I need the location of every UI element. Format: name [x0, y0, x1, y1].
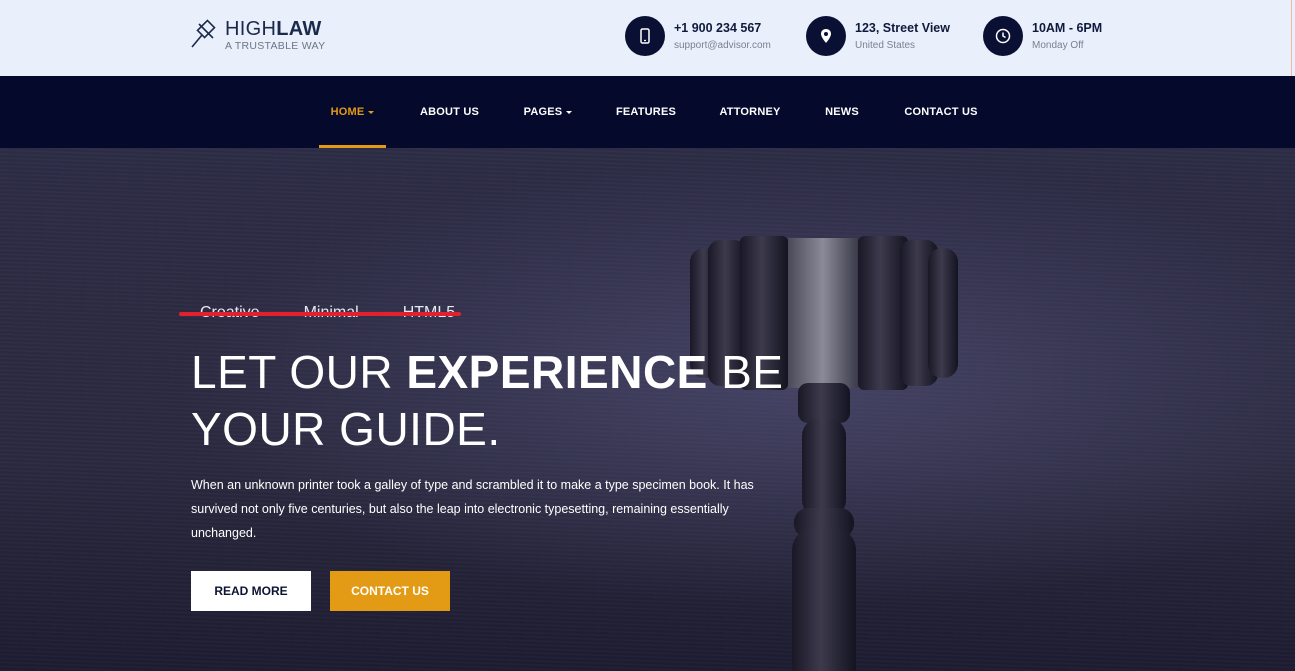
nav-item-home-label: HOME [330, 106, 365, 118]
logo[interactable]: HIGHLAW A TRUSTABLE WAY [189, 18, 325, 52]
nav-item-pages-label: PAGES [523, 106, 563, 118]
contact-address-subtitle: United States [855, 40, 916, 51]
nav-item-pages[interactable]: PAGES [515, 76, 581, 148]
nav-item-news[interactable]: NEWS [818, 76, 866, 148]
headline-emphasis: EXPERIENCE [406, 346, 708, 398]
phone-icon [625, 16, 665, 56]
brand-name-bold: LAW [276, 17, 322, 40]
nav-item-attorney-label: ATTORNEY [719, 106, 781, 118]
nav-item-about-us[interactable]: ABOUT US [412, 76, 487, 148]
nav-item-news-label: NEWS [825, 106, 859, 118]
clock-icon [983, 16, 1023, 56]
contact-hours-subtitle: Monday Off [1032, 40, 1084, 51]
hero-paragraph: When an unknown printer took a galley of… [191, 478, 754, 540]
contact-phone-title: +1 900 234 567 [674, 21, 762, 35]
headline-line-2: YOUR GUIDE. [191, 403, 501, 455]
location-pin-icon [806, 16, 846, 56]
nav-item-contact-us[interactable]: CONTACT US [898, 76, 984, 148]
caret-down-icon [566, 110, 573, 114]
contact-hours: 10AM - 6PM Monday Off [983, 16, 1102, 56]
nav-item-features[interactable]: FEATURES [610, 76, 682, 148]
nav-item-about-label: ABOUT US [419, 106, 480, 118]
brand-name: HIGHLAW [225, 19, 325, 39]
brand-name-light: HIGH [225, 17, 277, 40]
gavel-logo-icon [191, 19, 216, 48]
strike-line [179, 312, 461, 316]
top-bar: HIGHLAW A TRUSTABLE WAY +1 900 234 567 s… [0, 0, 1295, 76]
scroll-edge [1291, 0, 1292, 76]
main-nav: HOME ABOUT US PAGES FEATURES ATTORNEY NE… [0, 76, 1295, 148]
contact-hours-title: 10AM - 6PM [1032, 21, 1103, 35]
nav-item-home[interactable]: HOME [319, 76, 386, 148]
read-more-button[interactable]: READ MORE [191, 571, 311, 611]
hero-headline: LET OUR EXPERIENCE BE YOUR GUIDE. [191, 344, 784, 458]
nav-item-contact-label: CONTACT US [904, 106, 978, 118]
caret-down-icon [368, 110, 375, 114]
headline-part-2: BE [707, 346, 784, 398]
nav-item-features-label: FEATURES [615, 106, 677, 118]
contact-us-button[interactable]: CONTACT US [330, 571, 450, 611]
headline-part-1: LET OUR [191, 346, 407, 398]
brand-tagline: A TRUSTABLE WAY [225, 39, 326, 52]
nav-item-attorney[interactable]: ATTORNEY [712, 76, 788, 148]
contact-phone-subtitle: support@advisor.com [674, 40, 771, 51]
contact-phone: +1 900 234 567 support@advisor.com [625, 16, 771, 56]
hero-section: Creative Minimal HTML5 LET OUR EXPERIENC… [0, 148, 1295, 671]
contact-address: 123, Street View United States [806, 16, 950, 56]
contact-address-title: 123, Street View [855, 21, 950, 35]
